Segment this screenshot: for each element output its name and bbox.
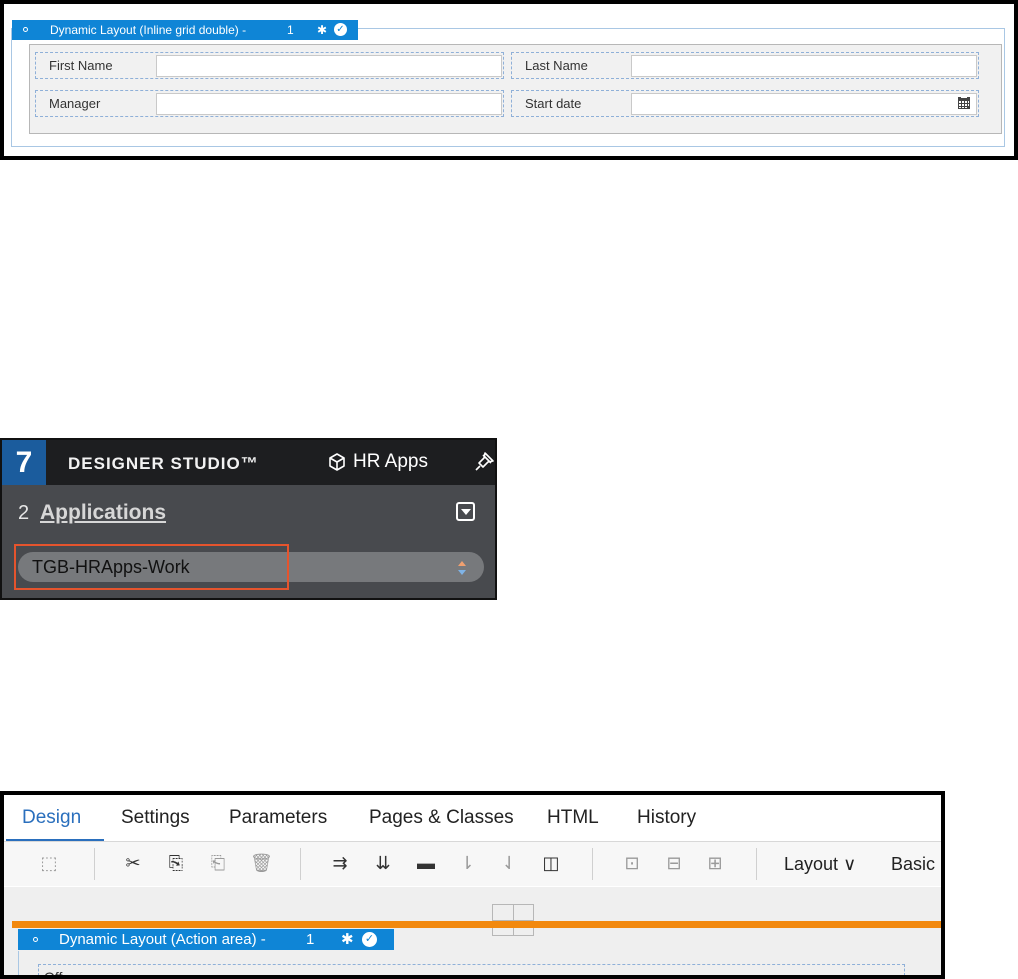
basic-dropdown[interactable]: Basic ∨	[891, 854, 941, 875]
layout-handle-icon[interactable]	[23, 27, 28, 32]
designer-studio-title[interactable]: DESIGNER STUDIO™	[68, 454, 259, 474]
tab-settings[interactable]: Settings	[121, 807, 190, 829]
layout-index: 1	[306, 931, 315, 948]
merge-down-icon[interactable]: ⊟	[663, 852, 685, 874]
insert-column-icon[interactable]: ⇂	[456, 852, 478, 874]
dropdown-icon[interactable]	[456, 502, 475, 521]
check-icon[interactable]: ✓	[334, 23, 347, 36]
application-menu[interactable]: HR Apps	[353, 451, 428, 473]
insert-column-after-icon[interactable]: ⇃	[498, 852, 520, 874]
drop-zone-indicator	[12, 921, 941, 928]
split-cell-icon[interactable]: ⊞	[704, 852, 726, 874]
design-toolbar: ⬚ ✂ ⎘ ⎗ 🗑 ⇉ ⇊ ▬ ⇂ ⇃ ◫ ⊡ ⊟ ⊞ Layout ∨ Bas…	[4, 842, 941, 886]
highlight-box	[14, 544, 289, 590]
layout-title: Dynamic Layout (Inline grid double) -	[50, 23, 247, 37]
insert-row-icon[interactable]: ⇉	[329, 852, 351, 874]
delete-column-icon[interactable]: ◫	[540, 852, 562, 874]
select-region-icon[interactable]: ⬚	[38, 852, 60, 874]
tab-parameters[interactable]: Parameters	[229, 807, 327, 829]
gear-icon[interactable]: ✱	[317, 20, 327, 40]
merge-right-icon[interactable]: ⊡	[621, 852, 643, 874]
field-first-name: First Name	[35, 52, 504, 79]
paste-icon[interactable]: ⎗	[207, 852, 229, 874]
check-icon[interactable]: ✓	[362, 932, 377, 947]
tab-html[interactable]: HTML	[547, 807, 599, 829]
trash-icon[interactable]: 🗑	[250, 852, 273, 874]
layout-cell	[38, 964, 905, 975]
studio-header-bar: 7 DESIGNER STUDIO™ HR Apps	[2, 440, 495, 485]
applications-link[interactable]: Applications	[40, 501, 166, 525]
layout-dropdown-label: Layout	[784, 854, 839, 874]
start-date-input[interactable]	[631, 93, 977, 115]
cube-icon	[329, 453, 345, 471]
active-tab-indicator	[6, 839, 104, 841]
basic-dropdown-label: Basic	[891, 854, 936, 874]
layout-index: 1	[287, 23, 294, 37]
field-manager: Manager	[35, 90, 504, 117]
tab-pages-classes[interactable]: Pages & Classes	[369, 807, 514, 829]
field-label: First Name	[49, 58, 113, 73]
chevron-down-icon: ∨	[843, 854, 857, 874]
insert-row-below-icon[interactable]: ⇊	[372, 852, 394, 874]
layout-title: Dynamic Layout (Action area) -	[59, 931, 266, 948]
section-designer-panel: Design Settings Parameters Pages & Class…	[0, 791, 945, 979]
last-name-input[interactable]	[631, 55, 977, 77]
copy-icon[interactable]: ⎘	[165, 852, 187, 874]
calendar-icon[interactable]	[958, 97, 970, 109]
chevron-down-icon: ∨	[940, 854, 941, 874]
field-label: Manager	[49, 96, 101, 111]
layout-handle-icon[interactable]	[33, 937, 38, 942]
layout-grid-icon[interactable]	[492, 904, 534, 936]
designer-studio-panel: 7 DESIGNER STUDIO™ HR Apps 2 Application…	[0, 438, 497, 600]
cell-label: Off	[44, 969, 63, 979]
gear-icon[interactable]: ✱	[341, 929, 354, 950]
layout-dropdown[interactable]: Layout ∨	[784, 854, 856, 875]
tab-bar: Design Settings Parameters Pages & Class…	[4, 795, 941, 842]
tab-design[interactable]: Design	[22, 807, 81, 829]
manager-input[interactable]	[156, 93, 502, 115]
layout-header[interactable]: Dynamic Layout (Action area) - 1 ✱ ✓	[18, 929, 394, 950]
pega-7-logo[interactable]: 7	[2, 440, 46, 485]
layout-header[interactable]: Dynamic Layout (Inline grid double) - 1 …	[12, 20, 358, 40]
applications-count: 2	[18, 502, 30, 524]
first-name-input[interactable]	[156, 55, 502, 77]
inline-grid: First Name Last Name Manager Start date	[29, 44, 1002, 134]
field-label: Last Name	[525, 58, 588, 73]
field-last-name: Last Name	[511, 52, 979, 79]
tab-history[interactable]: History	[637, 807, 696, 829]
delete-row-icon[interactable]: ▬	[415, 852, 437, 874]
select-arrows-icon[interactable]	[456, 557, 468, 579]
scissors-icon[interactable]: ✂	[122, 852, 144, 874]
pin-icon[interactable]	[474, 452, 496, 472]
field-start-date: Start date	[511, 90, 979, 117]
field-label: Start date	[525, 96, 582, 111]
inline-grid-layout-panel: Dynamic Layout (Inline grid double) - 1 …	[0, 0, 1018, 160]
